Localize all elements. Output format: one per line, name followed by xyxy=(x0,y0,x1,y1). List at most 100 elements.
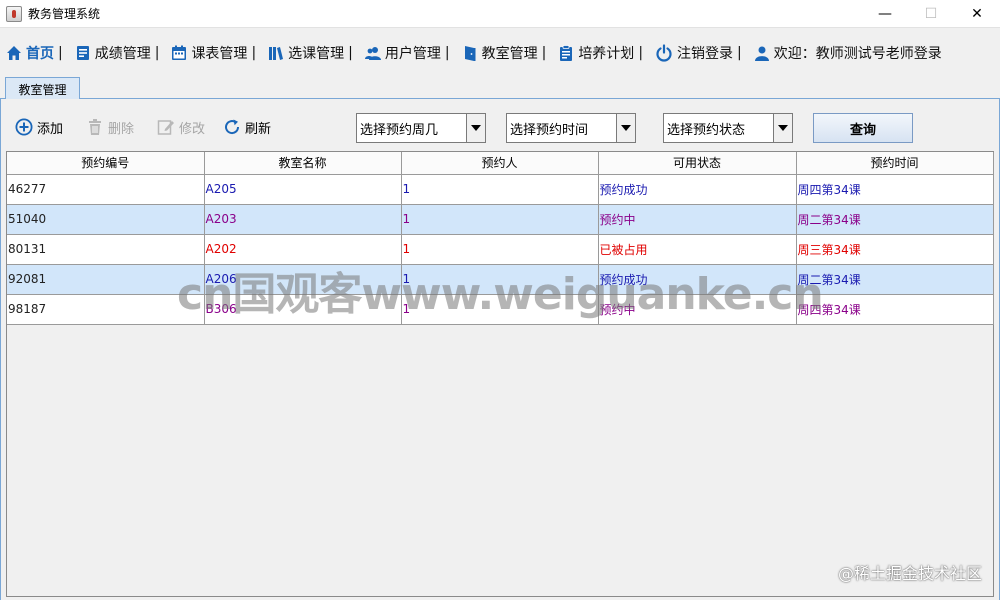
menu-item-users[interactable]: 用户管理 xyxy=(364,43,441,63)
cell-id[interactable]: 51040 xyxy=(7,204,205,235)
plus-circle-icon xyxy=(15,118,33,136)
menu-separator: | xyxy=(638,44,644,61)
menu-item-schedule[interactable]: 课表管理 xyxy=(171,43,247,63)
window-controls: — ☐ ✕ xyxy=(862,0,1000,27)
edit-icon xyxy=(157,118,175,136)
cell-time[interactable]: 周三第34课 xyxy=(796,234,994,265)
chevron-down-icon[interactable] xyxy=(466,114,485,142)
welcome-label: 欢迎：教师测试号老师登录 xyxy=(754,43,942,63)
menu-separator: | xyxy=(58,44,63,61)
cell-reserver[interactable]: 1 xyxy=(401,174,599,205)
java-app-icon xyxy=(6,5,22,22)
add-button-label: 添加 xyxy=(37,121,64,137)
delete-button-label: 删除 xyxy=(108,121,135,137)
menu-item-label: 选课管理 xyxy=(288,45,345,62)
menu-item-label: 成绩管理 xyxy=(94,45,151,62)
cell-id[interactable]: 92081 xyxy=(7,264,205,295)
maximize-button[interactable]: ☐ xyxy=(908,0,954,27)
column-header-status[interactable]: 可用状态 xyxy=(598,152,797,175)
close-button[interactable]: ✕ xyxy=(954,0,1000,27)
cell-reserver[interactable]: 1 xyxy=(401,234,599,265)
door-icon xyxy=(462,45,478,61)
time-select[interactable]: 选择预约时间 xyxy=(506,113,636,143)
cell-classroom[interactable]: A205 xyxy=(204,174,402,205)
cell-id[interactable]: 46277 xyxy=(7,174,205,205)
table-row[interactable]: 46277 A205 1 预约成功 周四第34课 xyxy=(7,174,994,205)
users-icon xyxy=(364,45,381,61)
edit-button-label: 修改 xyxy=(179,121,206,137)
cell-status[interactable]: 已被占用 xyxy=(598,234,797,265)
menu-item-logout[interactable]: 注销登录 xyxy=(655,43,733,63)
cell-id[interactable]: 80131 xyxy=(7,234,205,265)
cell-reserver[interactable]: 1 xyxy=(401,204,599,235)
cell-reserver[interactable]: 1 xyxy=(401,264,599,295)
refresh-button-label: 刷新 xyxy=(245,121,272,137)
menu-separator: | xyxy=(251,44,257,61)
edit-button[interactable]: 修改 xyxy=(157,116,205,138)
cell-classroom[interactable]: A202 xyxy=(204,234,402,265)
tab-content: 添加 删除 修改 刷新 选择预约周几 选择预约时间 选择预约状态 查询 预约编号… xyxy=(0,99,1000,600)
cell-classroom[interactable]: A206 xyxy=(204,264,402,295)
menu-separator: | xyxy=(444,44,450,61)
add-button[interactable]: 添加 xyxy=(15,116,63,138)
toolbar: 添加 删除 修改 刷新 选择预约周几 选择预约时间 选择预约状态 查询 xyxy=(1,99,999,151)
user-icon xyxy=(754,45,770,61)
menu-bar: 首页 | 成绩管理 | 课表管理 | 选课管理 | 用户管理 | 教室管理 | xyxy=(0,27,1000,77)
cell-id[interactable]: 98187 xyxy=(7,294,205,325)
cell-status[interactable]: 预约成功 xyxy=(598,264,797,295)
reservation-table: 预约编号 教室名称 预约人 可用状态 预约时间 46277 A205 1 预约成… xyxy=(6,151,994,597)
refresh-icon xyxy=(223,118,241,136)
menu-item-home[interactable]: 首页 xyxy=(6,43,54,63)
query-button[interactable]: 查询 xyxy=(813,113,913,143)
window-titlebar: 教务管理系统 — ☐ ✕ xyxy=(0,0,1000,27)
menu-item-label: 用户管理 xyxy=(384,45,441,62)
menu-item-label: 首页 xyxy=(26,45,54,62)
cell-status[interactable]: 预约中 xyxy=(598,204,797,235)
cell-status[interactable]: 预约中 xyxy=(598,294,797,325)
menu-separator: | xyxy=(737,44,742,61)
minimize-button[interactable]: — xyxy=(862,0,908,27)
grades-icon xyxy=(75,45,91,61)
tab-classroom-management[interactable]: 教室管理 xyxy=(5,77,80,100)
chevron-down-icon[interactable] xyxy=(616,114,635,142)
table-row[interactable]: 98187 B306 1 预约中 周四第34课 xyxy=(7,294,994,325)
column-header-reserver[interactable]: 预约人 xyxy=(401,152,599,175)
cell-time[interactable]: 周二第34课 xyxy=(796,204,994,235)
table-row[interactable]: 51040 A203 1 预约中 周二第34课 xyxy=(7,204,994,235)
window-title: 教务管理系统 xyxy=(28,7,101,21)
menu-item-course-selection[interactable]: 选课管理 xyxy=(268,43,344,63)
cell-status[interactable]: 预约成功 xyxy=(598,174,797,205)
time-select-value: 选择预约时间 xyxy=(510,122,589,138)
column-header-id[interactable]: 预约编号 xyxy=(7,152,205,175)
week-day-select-value: 选择预约周几 xyxy=(360,122,439,138)
chevron-down-icon[interactable] xyxy=(773,114,792,142)
menu-item-classrooms[interactable]: 教室管理 xyxy=(462,43,538,63)
table-row[interactable]: 80131 A202 1 已被占用 周三第34课 xyxy=(7,234,994,265)
calendar-icon xyxy=(171,45,187,61)
clipboard-icon xyxy=(558,44,574,61)
welcome-text: 欢迎：教师测试号老师登录 xyxy=(773,45,942,62)
menu-item-training-plan[interactable]: 培养计划 xyxy=(558,43,634,63)
cell-reserver[interactable]: 1 xyxy=(401,294,599,325)
menu-item-label: 培养计划 xyxy=(578,45,635,62)
tab-bar: 教室管理 xyxy=(0,77,1000,100)
table-header-row: 预约编号 教室名称 预约人 可用状态 预约时间 xyxy=(7,152,994,175)
status-select-value: 选择预约状态 xyxy=(667,122,746,138)
power-icon xyxy=(655,43,673,62)
cell-time[interactable]: 周四第34课 xyxy=(796,174,994,205)
cell-classroom[interactable]: A203 xyxy=(204,204,402,235)
cell-classroom[interactable]: B306 xyxy=(204,294,402,325)
menu-item-grades[interactable]: 成绩管理 xyxy=(75,43,151,63)
status-select[interactable]: 选择预约状态 xyxy=(663,113,793,143)
column-header-classroom[interactable]: 教室名称 xyxy=(204,152,402,175)
column-header-time[interactable]: 预约时间 xyxy=(796,152,994,175)
menu-separator: | xyxy=(348,44,353,61)
delete-button[interactable]: 删除 xyxy=(86,116,134,138)
trash-icon xyxy=(86,118,104,136)
week-day-select[interactable]: 选择预约周几 xyxy=(356,113,486,143)
table-row[interactable]: 92081 A206 1 预约成功 周二第34课 xyxy=(7,264,994,295)
cell-time[interactable]: 周四第34课 xyxy=(796,294,994,325)
refresh-button[interactable]: 刷新 xyxy=(223,116,271,138)
cell-time[interactable]: 周二第34课 xyxy=(796,264,994,295)
credit-text: @稀土掘金技术社区 xyxy=(837,564,982,583)
